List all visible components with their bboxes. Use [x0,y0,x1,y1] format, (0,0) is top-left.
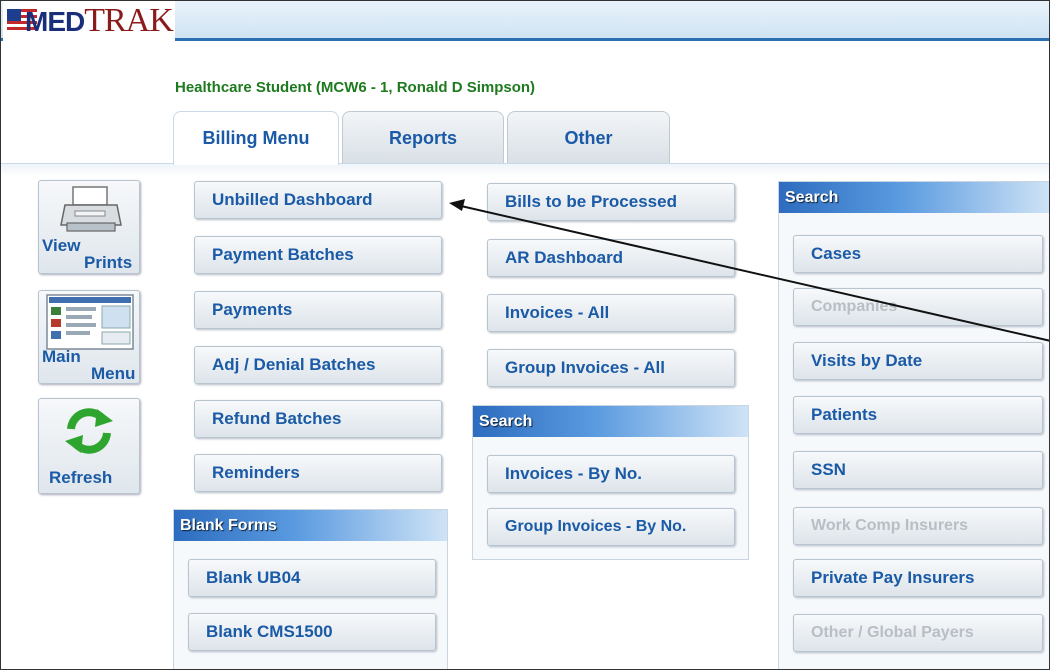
search-panel-header: Search [779,182,1049,213]
logo-text-trak: TRAK [84,2,174,39]
adj-denial-batches-button[interactable]: Adj / Denial Batches [194,346,442,384]
app-window: MEDTRAK Healthcare Student (MCW6 - 1, Ro… [0,0,1050,670]
refund-batches-button[interactable]: Refund Batches [194,400,442,438]
tab-billing-menu[interactable]: Billing Menu [173,111,339,165]
refresh-icon [65,408,113,454]
payment-batches-button[interactable]: Payment Batches [194,236,442,274]
tab-other[interactable]: Other [507,111,670,163]
blank-forms-header: Blank Forms [174,510,447,541]
main-menu-button[interactable]: Main Menu [38,290,140,384]
reminders-button[interactable]: Reminders [194,454,442,492]
medtrak-logo: MEDTRAK [3,1,175,41]
group-invoices-all-button[interactable]: Group Invoices - All [487,349,735,387]
main-menu-label-1: Main [42,347,81,366]
group-invoices-by-no-button[interactable]: Group Invoices - By No. [487,508,735,546]
ar-dashboard-button[interactable]: AR Dashboard [487,239,735,277]
unbilled-dashboard-button[interactable]: Unbilled Dashboard [194,181,442,219]
blank-forms-panel: Blank Forms Blank UB04 Blank CMS1500 [173,509,448,669]
view-prints-label-1: View [42,236,81,255]
invoices-by-no-button[interactable]: Invoices - By No. [487,455,735,493]
search-panel: Search Cases Companies Visits by Date Pa… [778,181,1049,669]
payments-button[interactable]: Payments [194,291,442,329]
search-ssn-button[interactable]: SSN [793,451,1043,489]
search-patients-button[interactable]: Patients [793,396,1043,434]
tab-reports[interactable]: Reports [342,111,504,163]
menu-screen-icon [46,294,134,350]
main-menu-label-2: Menu [91,364,136,383]
search-companies-button: Companies [793,288,1043,326]
search-private-pay-insurers-button[interactable]: Private Pay Insurers [793,559,1043,597]
refresh-button[interactable]: Refresh [38,398,140,494]
search-visits-by-date-button[interactable]: Visits by Date [793,342,1043,380]
top-bar: MEDTRAK [1,1,1049,41]
logo-text-med: MED [25,6,85,37]
bills-to-be-processed-button[interactable]: Bills to be Processed [487,183,735,221]
blank-ub04-button[interactable]: Blank UB04 [188,559,436,597]
printer-icon [60,186,122,232]
invoice-search-header: Search [473,406,748,437]
tab-baseline [1,163,1049,177]
invoices-all-button[interactable]: Invoices - All [487,294,735,332]
view-prints-label-2: Prints [84,253,133,272]
search-work-comp-insurers-button: Work Comp Insurers [793,507,1043,545]
view-prints-button[interactable]: View Prints [38,180,140,274]
logo-text: MEDTRAK [25,2,174,40]
invoice-search-panel: Search Invoices - By No. Group Invoices … [472,405,749,560]
blank-cms1500-button[interactable]: Blank CMS1500 [188,613,436,651]
search-cases-button[interactable]: Cases [793,235,1043,273]
refresh-label: Refresh [49,468,113,487]
search-other-global-payers-button: Other / Global Payers [793,614,1043,652]
user-info: Healthcare Student (MCW6 - 1, Ronald D S… [175,79,536,96]
